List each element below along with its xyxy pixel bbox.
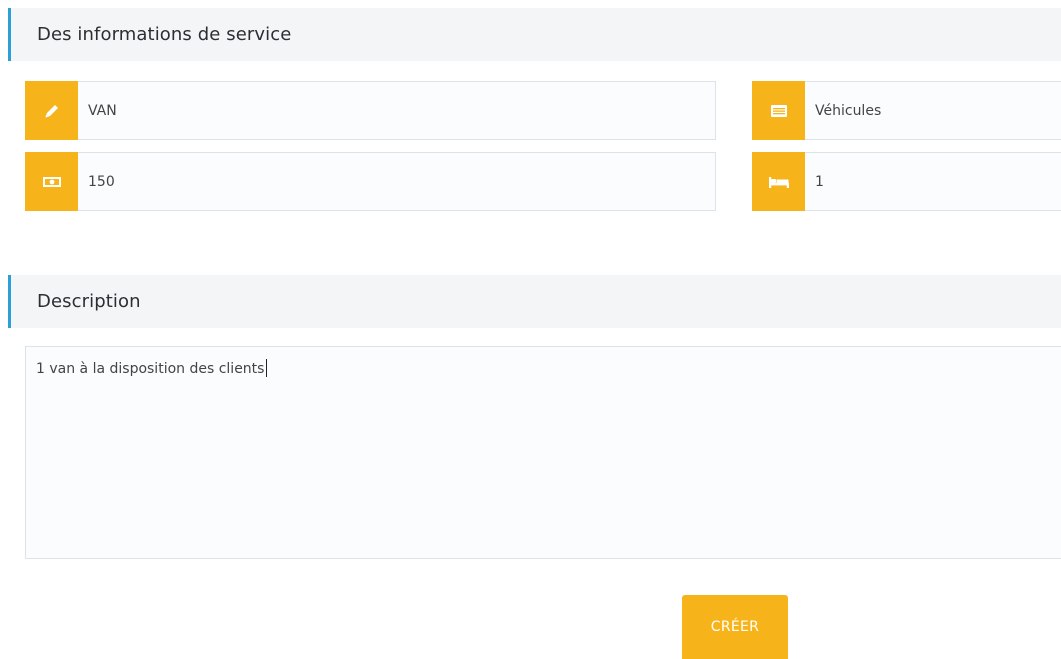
service-form: Des informations de service VAN Véhicule… (0, 0, 1061, 659)
description-textarea[interactable]: 1 van à la disposition des clients (25, 346, 1061, 559)
price-field[interactable]: 150 (25, 152, 716, 211)
bed-icon (752, 152, 805, 211)
name-field[interactable]: VAN (25, 81, 716, 140)
price-input[interactable]: 150 (78, 152, 716, 211)
create-button[interactable]: CRÉER (682, 595, 788, 659)
text-caret (266, 359, 268, 377)
name-input[interactable]: VAN (78, 81, 716, 140)
service-info-header: Des informations de service (8, 8, 1061, 61)
capacity-field[interactable]: 1 (752, 152, 1061, 211)
category-select[interactable]: Véhicules (805, 81, 1061, 140)
category-field[interactable]: Véhicules (752, 81, 1061, 140)
service-info-title: Des informations de service (37, 24, 292, 45)
description-header: Description (8, 275, 1061, 328)
list-icon (752, 81, 805, 140)
description-title: Description (37, 291, 141, 312)
capacity-input[interactable]: 1 (805, 152, 1061, 211)
description-text: 1 van à la disposition des clients (36, 361, 265, 377)
money-icon (25, 152, 78, 211)
pencil-icon (25, 81, 78, 140)
